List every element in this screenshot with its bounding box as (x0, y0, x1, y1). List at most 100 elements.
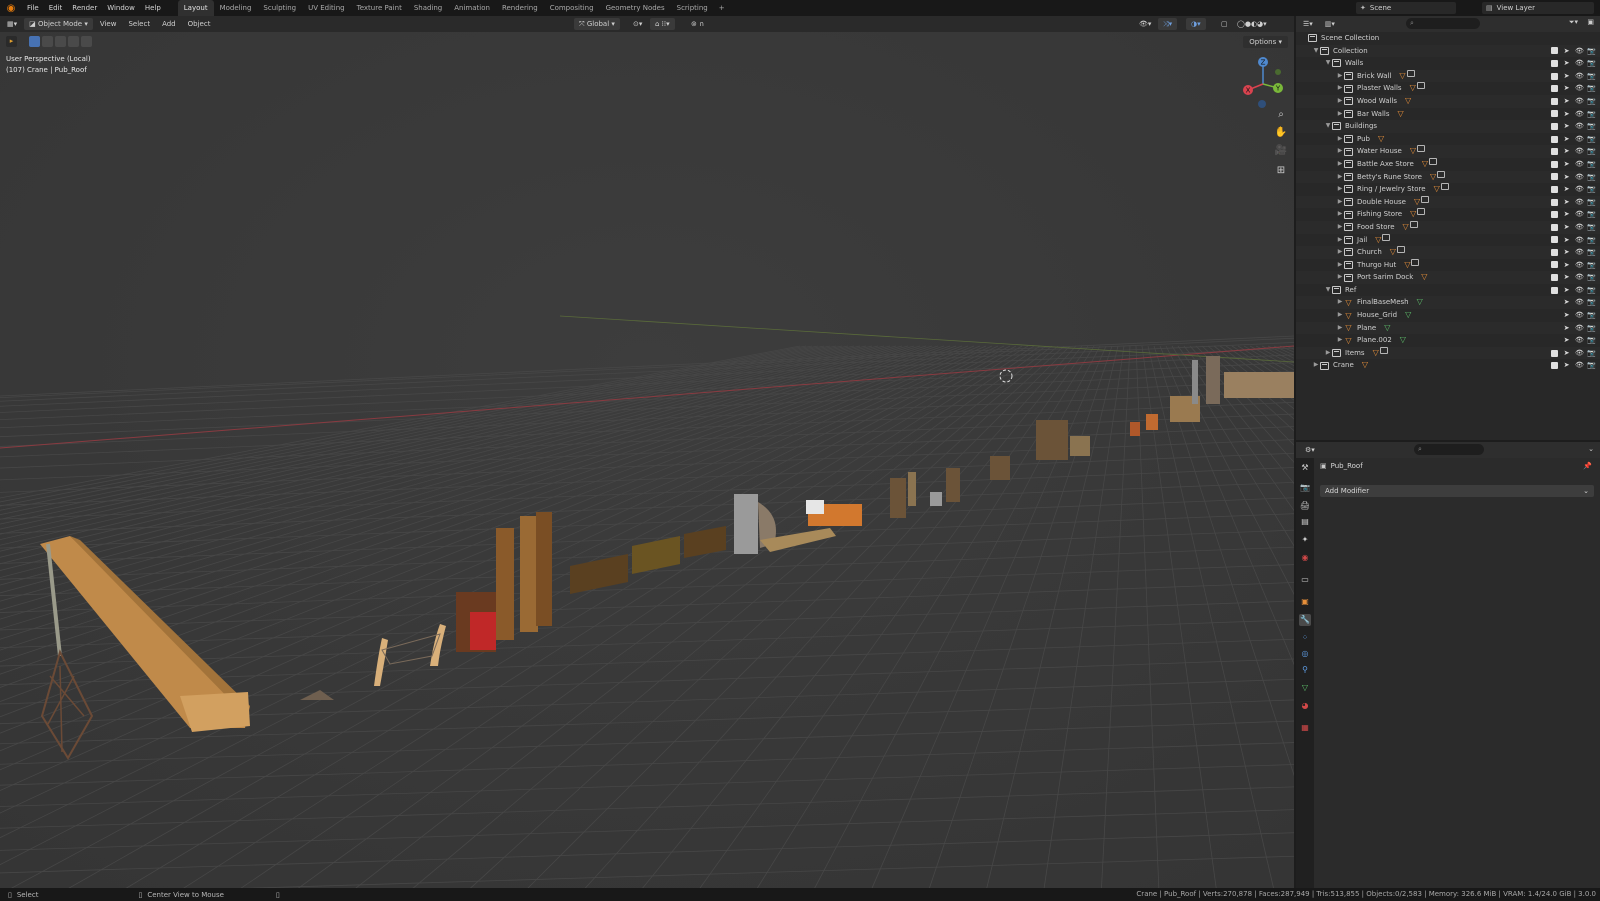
outliner-row[interactable]: ▶ Crane ▽ ➤ 👁 📷 (1296, 359, 1600, 372)
tab-layout[interactable]: Layout (177, 0, 214, 16)
eye-icon[interactable]: 👁 (1575, 45, 1584, 58)
pointer-icon[interactable]: ➤ (1563, 347, 1570, 360)
pointer-icon[interactable]: ➤ (1563, 271, 1570, 284)
menu-help[interactable]: Help (140, 0, 166, 16)
material-tab-icon[interactable]: ◕ (1299, 700, 1311, 712)
viewport-menu-select[interactable]: Select (123, 18, 155, 30)
scene-collection-row[interactable]: Scene Collection (1296, 32, 1600, 45)
checkbox-icon[interactable] (1551, 97, 1558, 105)
eye-icon[interactable]: 👁 (1575, 57, 1584, 70)
eye-icon[interactable]: 👁 (1575, 171, 1584, 184)
select-box-mode-icon[interactable] (29, 36, 40, 47)
snap-icon[interactable]: ⌂ ⁞⁞▾ (650, 18, 675, 30)
eye-icon[interactable]: 👁 (1575, 334, 1584, 347)
camera-icon[interactable]: 📷 (1587, 208, 1596, 221)
camera-icon[interactable]: 📷 (1587, 95, 1596, 108)
menu-edit[interactable]: Edit (44, 0, 68, 16)
tab-uv-editing[interactable]: UV Editing (302, 0, 351, 16)
chevron-right-icon[interactable]: ▶ (1336, 183, 1344, 196)
pointer-icon[interactable]: ➤ (1563, 246, 1570, 259)
camera-icon[interactable]: 📷 (1587, 322, 1596, 335)
chevron-down-icon[interactable]: ▼ (1324, 57, 1332, 70)
options-dropdown[interactable]: Options ▾ (1243, 36, 1288, 48)
camera-icon[interactable]: 📷 (1587, 82, 1596, 95)
camera-icon[interactable]: 📷 (1587, 196, 1596, 209)
outliner-row[interactable]: ▼ Ref ➤ 👁 📷 (1296, 284, 1600, 297)
checkbox-icon[interactable] (1551, 122, 1558, 130)
eye-icon[interactable]: 👁 (1575, 70, 1584, 83)
collection-tab-icon[interactable]: ▭ (1299, 574, 1311, 586)
display-mode-icon[interactable]: ▥▾ (1320, 18, 1340, 30)
eye-icon[interactable]: 👁 (1575, 120, 1584, 133)
outliner-row[interactable]: ▼ Buildings ➤ 👁 📷 (1296, 120, 1600, 133)
menu-window[interactable]: Window (102, 0, 140, 16)
chevron-right-icon[interactable]: ▶ (1336, 82, 1344, 95)
eye-icon[interactable]: 👁 (1575, 284, 1584, 297)
outliner-row[interactable]: ▶ Thurgo Hut ▽ ➤ 👁 📷 (1296, 258, 1600, 272)
camera-icon[interactable]: 📷 (1587, 221, 1596, 234)
checkbox-icon[interactable] (1551, 286, 1558, 294)
eye-icon[interactable]: 👁 (1575, 259, 1584, 272)
outliner-row[interactable]: ▶ Bar Walls ▽ ➤ 👁 📷 (1296, 108, 1600, 121)
camera-icon[interactable]: 📷 (1587, 57, 1596, 70)
pointer-icon[interactable]: ➤ (1563, 70, 1570, 83)
mesh-data-tab-icon[interactable]: ▽ (1299, 682, 1311, 694)
chevron-down-icon[interactable]: ▼ (1324, 120, 1332, 133)
chevron-right-icon[interactable]: ▶ (1336, 70, 1344, 83)
chevron-right-icon[interactable]: ▶ (1336, 334, 1344, 347)
pointer-icon[interactable]: ➤ (1563, 284, 1570, 297)
chevron-down-icon[interactable]: ▼ (1312, 45, 1320, 58)
outliner-row[interactable]: ▶ ▽ Plane ▽ ➤ 👁 📷 (1296, 321, 1600, 335)
eye-icon[interactable]: 👁 (1575, 158, 1584, 171)
eye-icon[interactable]: 👁 (1575, 271, 1584, 284)
camera-icon[interactable]: 📷 (1587, 108, 1596, 121)
pointer-icon[interactable]: ➤ (1563, 57, 1570, 70)
camera-icon[interactable]: 📷 (1587, 284, 1596, 297)
viewport-scene[interactable] (0, 16, 1294, 888)
pointer-icon[interactable]: ➤ (1563, 322, 1570, 335)
chevron-right-icon[interactable]: ▶ (1336, 145, 1344, 158)
shading-modes-icon[interactable]: ◯●◐◕▾ (1232, 18, 1272, 30)
checkbox-icon[interactable] (1551, 47, 1558, 55)
checkbox-icon[interactable] (1551, 59, 1558, 67)
pointer-icon[interactable]: ➤ (1563, 234, 1570, 247)
pointer-icon[interactable]: ➤ (1563, 309, 1570, 322)
chevron-right-icon[interactable]: ▶ (1336, 234, 1344, 247)
chevron-right-icon[interactable]: ▶ (1336, 246, 1344, 259)
outliner-row[interactable]: ▼ Collection ➤ 👁 📷 (1296, 44, 1600, 58)
editor-type-icon[interactable]: ▦▾ (2, 18, 22, 30)
pointer-icon[interactable]: ➤ (1563, 158, 1570, 171)
checkbox-icon[interactable] (1551, 160, 1558, 168)
render-tab-icon[interactable]: 📷 (1299, 482, 1311, 494)
tool-tab-icon[interactable]: ⚒ (1299, 462, 1311, 474)
pointer-icon[interactable]: ➤ (1563, 334, 1570, 347)
checkbox-icon[interactable] (1551, 248, 1558, 256)
camera-icon[interactable]: 📷 (1587, 171, 1596, 184)
outliner-row[interactable]: ▶ Brick Wall ▽ ➤ 👁 📷 (1296, 69, 1600, 83)
chevron-right-icon[interactable]: ▶ (1324, 347, 1332, 360)
scene-tab-icon[interactable]: ✦ (1299, 534, 1311, 546)
outliner-row[interactable]: ▶ ▽ FinalBaseMesh ▽ ➤ 👁 📷 (1296, 296, 1600, 310)
chevron-right-icon[interactable]: ▶ (1336, 196, 1344, 209)
options-chevron-icon[interactable]: ⌄ (1588, 445, 1594, 453)
chevron-right-icon[interactable]: ▶ (1336, 95, 1344, 108)
camera-icon[interactable]: 📷 (1587, 234, 1596, 247)
eye-icon[interactable]: 👁 (1575, 208, 1584, 221)
eye-icon[interactable]: 👁 (1575, 234, 1584, 247)
camera-icon[interactable]: 📷 (1587, 145, 1596, 158)
physics-tab-icon[interactable]: ◎ (1299, 648, 1311, 660)
eye-icon[interactable]: 👁 (1575, 296, 1584, 309)
editor-type-icon[interactable]: ☰▾ (1298, 18, 1318, 30)
outliner-row[interactable]: ▶ Items ▽ ➤ 👁 📷 (1296, 346, 1600, 360)
chevron-down-icon[interactable]: ▼ (1324, 284, 1332, 297)
outliner-row[interactable]: ▶ Port Sarim Dock ▽ ➤ 👁 📷 (1296, 271, 1600, 284)
pointer-icon[interactable]: ➤ (1563, 221, 1570, 234)
camera-icon[interactable]: 📷 (1587, 259, 1596, 272)
checkbox-icon[interactable] (1551, 85, 1558, 93)
tab-scripting[interactable]: Scripting (671, 0, 714, 16)
menu-file[interactable]: File (22, 0, 44, 16)
pointer-icon[interactable]: ➤ (1563, 296, 1570, 309)
outliner-row[interactable]: ▶ Double House ▽ ➤ 👁 📷 (1296, 195, 1600, 209)
tab-shading[interactable]: Shading (408, 0, 448, 16)
constraints-tab-icon[interactable]: ⚲ (1299, 664, 1311, 676)
